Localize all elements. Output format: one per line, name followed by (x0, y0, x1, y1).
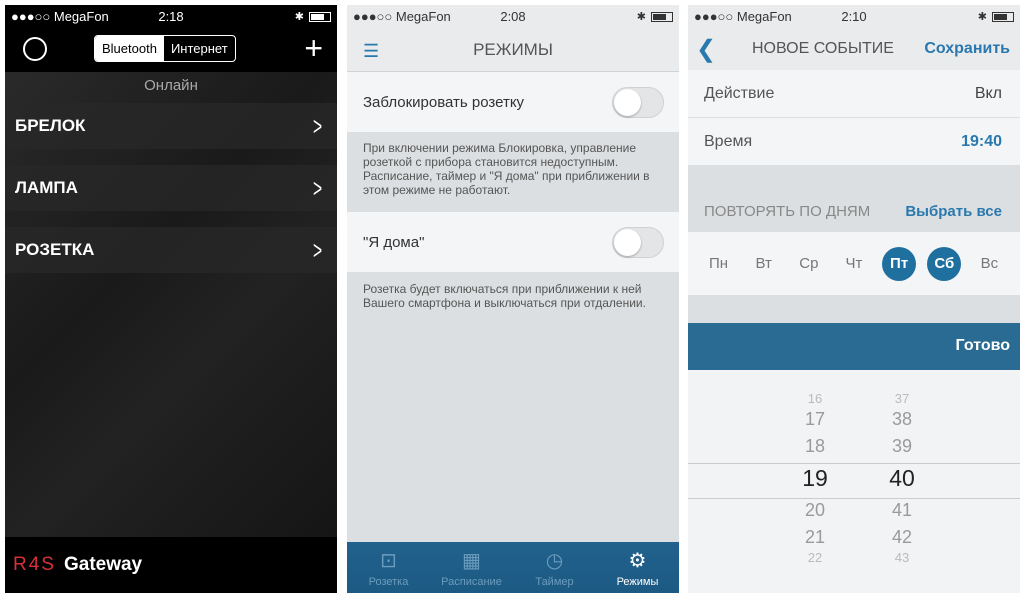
done-button[interactable]: Готово (688, 323, 1020, 370)
day-1[interactable]: Вт (747, 247, 781, 281)
r4s-logo: R4S (13, 554, 56, 575)
calendar-icon: ▦ (462, 550, 481, 572)
action-label: Действие (704, 84, 775, 102)
segment-bluetooth[interactable]: Bluetooth (95, 36, 164, 61)
tab-timer[interactable]: ◷ Таймер (513, 542, 596, 593)
picker-value: 38 (891, 409, 913, 429)
picker-value: 39 (891, 436, 913, 456)
day-3[interactable]: Чт (837, 247, 871, 281)
mode-description: При включении режима Блокировка, управле… (363, 141, 650, 197)
online-label: Онлайн (144, 77, 198, 94)
chevron-right-icon: > (312, 110, 322, 141)
socket-icon: ⊡ (380, 550, 397, 572)
status-bar: ●●●○○ MegaFon 2:10 ✱ (688, 5, 1020, 28)
status-bar: ●●●○○ MegaFon 2:18 ✱ (5, 5, 337, 28)
page-title: НОВОЕ СОБЫТИЕ (752, 40, 894, 57)
day-5[interactable]: Сб (927, 246, 962, 281)
page-title: РЕЖИМЫ (473, 40, 553, 59)
picker-value: 22 (807, 550, 823, 565)
clock: 2:08 (500, 9, 526, 24)
time-picker[interactable]: 16 17 18 19 20 21 22 37 38 39 40 41 42 43 (688, 370, 1020, 593)
device-name: РОЗЕТКА (15, 240, 95, 259)
clock: 2:10 (841, 9, 867, 24)
mode-label: "Я дома" (363, 233, 425, 251)
weekday-selector: Пн Вт Ср Чт Пт Сб Вс (688, 232, 1020, 295)
tab-label: Таймер (535, 576, 574, 588)
tab-label: Режимы (616, 576, 659, 588)
time-label: Время (704, 132, 753, 150)
back-chevron-icon[interactable]: ❮ (696, 35, 716, 64)
timer-24-icon: ◷ (545, 550, 564, 572)
footer: R4S Gateway (5, 537, 337, 593)
picker-value: 40 (889, 465, 915, 491)
app-name: Gateway (63, 554, 143, 575)
lock-toggle[interactable] (612, 86, 664, 118)
device-row[interactable]: ЛАМПА > (5, 165, 337, 211)
day-6[interactable]: Вс (972, 247, 1006, 281)
repeat-label: ПОВТОРЯТЬ ПО ДНЯМ (704, 203, 871, 220)
new-event-screen: ●●●○○ MegaFon 2:10 ✱ ❮ НОВОЕ СОБЫТИЕ Сохра… (688, 5, 1020, 593)
mode-row-home: "Я дома" (347, 212, 679, 272)
tab-socket[interactable]: ⊡ Розетка (347, 542, 430, 593)
gear-icon: ⚙ (628, 550, 647, 572)
action-value: Вкл (974, 84, 1002, 102)
add-device-button[interactable]: + (304, 30, 323, 67)
picker-value: 42 (891, 527, 913, 547)
minute-wheel[interactable]: 37 38 39 40 41 42 43 (882, 392, 922, 565)
picker-value: 41 (891, 500, 913, 520)
mode-description: Розетка будет включаться при приближении… (363, 282, 646, 310)
profile-icon[interactable] (23, 37, 47, 61)
save-button[interactable]: Сохранить (924, 40, 1010, 58)
device-row[interactable]: РОЗЕТКА > (5, 227, 337, 273)
picker-value: 21 (804, 527, 826, 547)
day-0[interactable]: Пн (702, 247, 736, 281)
device-row[interactable]: БРЕЛОК > (5, 103, 337, 149)
battery-icon (992, 11, 1014, 22)
time-row[interactable]: Время 19:40 (688, 118, 1020, 165)
devices-screen: ●●●○○ MegaFon 2:18 ✱ Bluetooth Интернет + … (5, 5, 337, 593)
device-name: БРЕЛОК (15, 116, 86, 135)
battery-icon (309, 11, 331, 22)
clock: 2:18 (158, 9, 184, 24)
picker-value: 16 (807, 391, 823, 406)
tab-label: Расписание (441, 576, 502, 588)
tab-bar: ⊡ Розетка ▦ Расписание ◷ Таймер ⚙ Режимы (347, 542, 679, 593)
segment-internet[interactable]: Интернет (164, 36, 235, 61)
select-all-button[interactable]: Выбрать все (905, 203, 1002, 220)
modes-screen: ●●●○○ MegaFon 2:08 ✱ ☰ РЕЖИМЫ Заблокироват… (347, 5, 679, 593)
picker-value: 18 (804, 436, 826, 456)
status-bar: ●●●○○ MegaFon 2:08 ✱ (347, 5, 679, 28)
device-name: ЛАМПА (15, 178, 78, 197)
tab-label: Розетка (368, 576, 409, 588)
action-row[interactable]: Действие Вкл (688, 70, 1020, 117)
picker-value: 17 (804, 409, 826, 429)
mode-row-lock: Заблокировать розетку (347, 72, 679, 132)
time-value: 19:40 (961, 132, 1002, 150)
hour-wheel[interactable]: 16 17 18 19 20 21 22 (795, 392, 835, 565)
battery-icon (651, 11, 673, 22)
chevron-right-icon: > (312, 172, 322, 203)
picker-value: 20 (804, 500, 826, 520)
picker-value: 43 (894, 550, 910, 565)
connection-segmented-control: Bluetooth Интернет (94, 35, 236, 62)
home-toggle[interactable] (612, 226, 664, 258)
day-4[interactable]: Пт (882, 246, 917, 281)
picker-value: 19 (802, 465, 828, 491)
mode-label: Заблокировать розетку (363, 93, 525, 111)
tab-modes[interactable]: ⚙ Режимы (596, 542, 679, 593)
picker-value: 37 (894, 391, 910, 406)
chevron-right-icon: > (312, 234, 322, 265)
tab-schedule[interactable]: ▦ Расписание (430, 542, 513, 593)
day-2[interactable]: Ср (792, 247, 826, 281)
